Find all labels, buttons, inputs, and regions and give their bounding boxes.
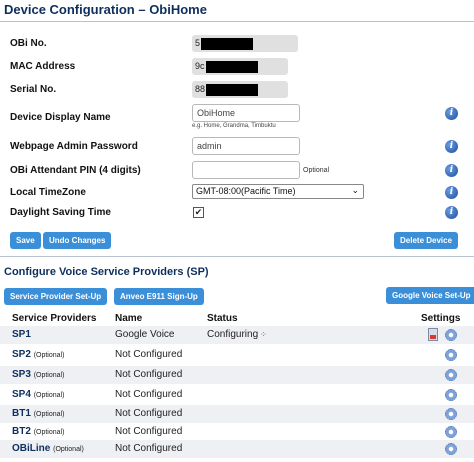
row-admin-password: Webpage Admin Password i: [0, 137, 474, 159]
sp-provider-name: Not Configured: [115, 369, 183, 380]
serial-no-field: 88: [192, 81, 288, 98]
google-voice-setup-button[interactable]: Google Voice Set-Up: [386, 287, 474, 304]
info-icon[interactable]: i: [445, 164, 458, 177]
section-divider: [0, 256, 474, 257]
chevron-down-icon: ⌄: [351, 185, 359, 195]
table-row: SP3 (Optional) Not Configured: [0, 366, 474, 384]
attendant-pin-input[interactable]: [192, 161, 300, 179]
sp-label: SP3 (Optional): [12, 369, 64, 380]
gear-icon[interactable]: [445, 329, 457, 341]
sp-id: SP4: [12, 389, 31, 400]
anveo-e911-signup-button[interactable]: Anveo E911 Sign-Up: [114, 288, 204, 305]
sp-label: SP1: [12, 329, 31, 340]
sp-status: Configuring ⁘: [207, 329, 267, 340]
table-row: SP1 Google Voice Configuring ⁘: [0, 326, 474, 344]
redaction-bar: [205, 61, 258, 73]
attendant-pin-label: OBi Attendant PIN (4 digits): [10, 165, 141, 176]
sp-id: OBiLine: [12, 443, 51, 454]
undo-changes-button[interactable]: Undo Changes: [43, 232, 112, 249]
table-row: OBiLine (Optional) Not Configured: [0, 440, 474, 458]
info-icon[interactable]: i: [445, 186, 458, 199]
obi-no-value: 5: [195, 38, 201, 48]
mac-address-label: MAC Address: [10, 61, 76, 72]
attendant-pin-optional-note: Optional: [303, 167, 330, 174]
device-display-name-input[interactable]: [192, 104, 300, 122]
info-icon[interactable]: i: [445, 140, 458, 153]
admin-password-input[interactable]: [192, 137, 300, 155]
gear-icon[interactable]: [445, 389, 457, 401]
serial-no-value: 88: [195, 84, 206, 94]
gear-icon[interactable]: [445, 443, 457, 455]
mac-address-field: 9c: [192, 58, 288, 75]
info-icon[interactable]: i: [445, 107, 458, 120]
sp-optional-tag: (Optional): [33, 372, 65, 379]
delete-device-button[interactable]: Delete Device: [394, 232, 459, 249]
sp-label: BT1 (Optional): [12, 408, 64, 419]
header-status: Status: [207, 313, 238, 324]
obi-no-field: 5: [192, 35, 298, 52]
sp-provider-name: Not Configured: [115, 426, 183, 437]
timezone-select[interactable]: GMT-08:00(Pacific Time) ⌄: [192, 184, 364, 199]
sp-provider-name: Not Configured: [115, 408, 183, 419]
sp-optional-tag: (Optional): [53, 446, 84, 453]
timezone-label: Local TimeZone: [10, 187, 86, 198]
daylight-saving-checkbox[interactable]: ✔: [193, 207, 204, 218]
row-daylight-saving: Daylight Saving Time ✔ i: [0, 203, 474, 225]
info-icon[interactable]: i: [445, 206, 458, 219]
sp-id: SP1: [12, 329, 31, 340]
save-button[interactable]: Save: [10, 232, 41, 249]
table-row: SP4 (Optional) Not Configured: [0, 386, 474, 404]
sp-optional-tag: (Optional): [33, 411, 65, 418]
title-divider: [0, 21, 474, 22]
header-settings: Settings: [421, 313, 461, 324]
sp-id: BT1: [12, 408, 31, 419]
gear-icon[interactable]: [445, 369, 457, 381]
sp-label: SP4 (Optional): [12, 389, 64, 400]
row-timezone: Local TimeZone GMT-08:00(Pacific Time) ⌄…: [0, 183, 474, 205]
redaction-bar: [201, 38, 254, 50]
mac-address-value: 9c: [195, 61, 205, 71]
sp-status-text: Configuring: [207, 329, 259, 340]
sp-label: BT2 (Optional): [12, 426, 64, 437]
sp-provider-name: Google Voice: [115, 329, 175, 340]
serial-no-label: Serial No.: [10, 84, 57, 95]
sp-id: SP3: [12, 369, 31, 380]
sp-optional-tag: (Optional): [33, 392, 65, 399]
sp-id: SP2: [12, 349, 31, 360]
loading-spinner-icon: ⁘: [260, 330, 267, 339]
device-display-name-label: Device Display Name: [10, 112, 111, 123]
document-icon[interactable]: [428, 328, 438, 341]
row-serial-no: Serial No. 88: [0, 80, 474, 102]
page-title: Device Configuration – ObiHome: [4, 2, 207, 17]
row-attendant-pin: OBi Attendant PIN (4 digits) Optional i: [0, 161, 474, 183]
sp-label: OBiLine (Optional): [12, 443, 84, 454]
sp-provider-name: Not Configured: [115, 443, 183, 454]
table-row: BT1 (Optional) Not Configured: [0, 405, 474, 423]
table-row: BT2 (Optional) Not Configured: [0, 423, 474, 441]
row-mac-address: MAC Address 9c: [0, 57, 474, 79]
device-configuration-page: Device Configuration – ObiHome OBi No. 5…: [0, 0, 474, 462]
sp-label: SP2 (Optional): [12, 349, 64, 360]
table-row: SP2 (Optional) Not Configured: [0, 346, 474, 364]
daylight-saving-label: Daylight Saving Time: [10, 207, 111, 218]
sp-optional-tag: (Optional): [33, 429, 65, 436]
header-service-providers: Service Providers: [12, 313, 97, 324]
voice-sp-section-title: Configure Voice Service Providers (SP): [4, 266, 209, 278]
admin-password-label: Webpage Admin Password: [10, 141, 138, 152]
timezone-selected-value: GMT-08:00(Pacific Time): [196, 186, 296, 196]
gear-icon[interactable]: [445, 349, 457, 361]
row-obi-no: OBi No. 5: [0, 34, 474, 56]
sp-id: BT2: [12, 426, 31, 437]
sp-optional-tag: (Optional): [33, 352, 65, 359]
sp-provider-name: Not Configured: [115, 349, 183, 360]
device-display-name-hint: e.g. Home, Grandma, Timbuktu: [192, 123, 276, 129]
service-provider-setup-button[interactable]: Service Provider Set-Up: [4, 288, 108, 305]
header-name: Name: [115, 313, 143, 324]
redaction-bar: [206, 84, 259, 96]
gear-icon[interactable]: [445, 408, 457, 420]
row-device-display-name: Device Display Name e.g. Home, Grandma, …: [0, 104, 474, 134]
sp-provider-name: Not Configured: [115, 389, 183, 400]
obi-no-label: OBi No.: [10, 38, 47, 49]
gear-icon[interactable]: [445, 426, 457, 438]
